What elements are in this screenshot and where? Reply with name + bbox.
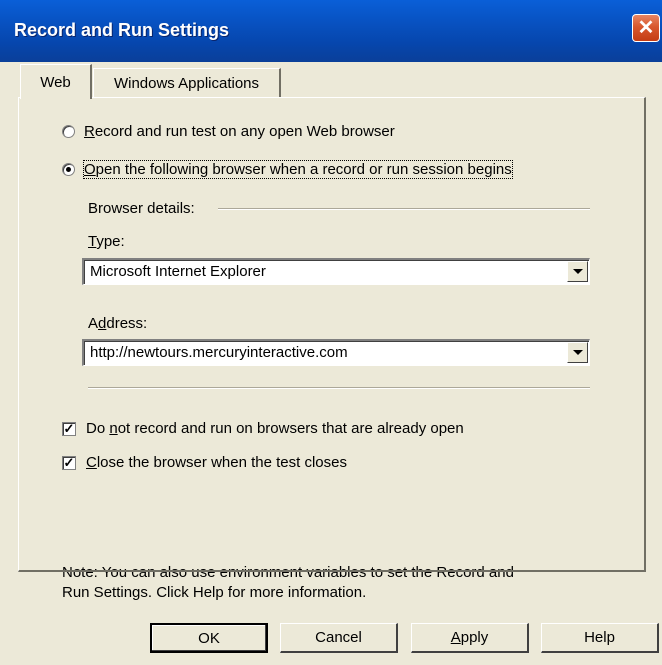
cancel-button[interactable]: Cancel: [280, 623, 398, 653]
help-button-label: Help: [584, 629, 615, 646]
ok-button[interactable]: OK: [150, 623, 268, 653]
window-title: Record and Run Settings: [14, 20, 230, 40]
help-button[interactable]: Help: [541, 623, 659, 653]
note-line-2: Run Settings. Click Help for more inform…: [62, 584, 367, 601]
apply-button-label: Apply: [450, 629, 489, 646]
ok-button-label: OK: [198, 629, 220, 647]
tab-web[interactable]: Web: [20, 64, 92, 99]
title-bar: Record and Run Settings ✕: [0, 0, 662, 62]
apply-button[interactable]: Apply: [411, 623, 529, 653]
close-button[interactable]: ✕: [632, 14, 660, 42]
tab-windows-applications-label: Windows Applications: [113, 75, 260, 92]
close-icon: ✕: [637, 17, 655, 39]
cancel-button-label: Cancel: [315, 629, 362, 646]
tab-windows-applications[interactable]: Windows Applications: [93, 68, 281, 98]
tab-panel-web: [18, 97, 646, 572]
tab-web-label: Web: [40, 73, 71, 91]
